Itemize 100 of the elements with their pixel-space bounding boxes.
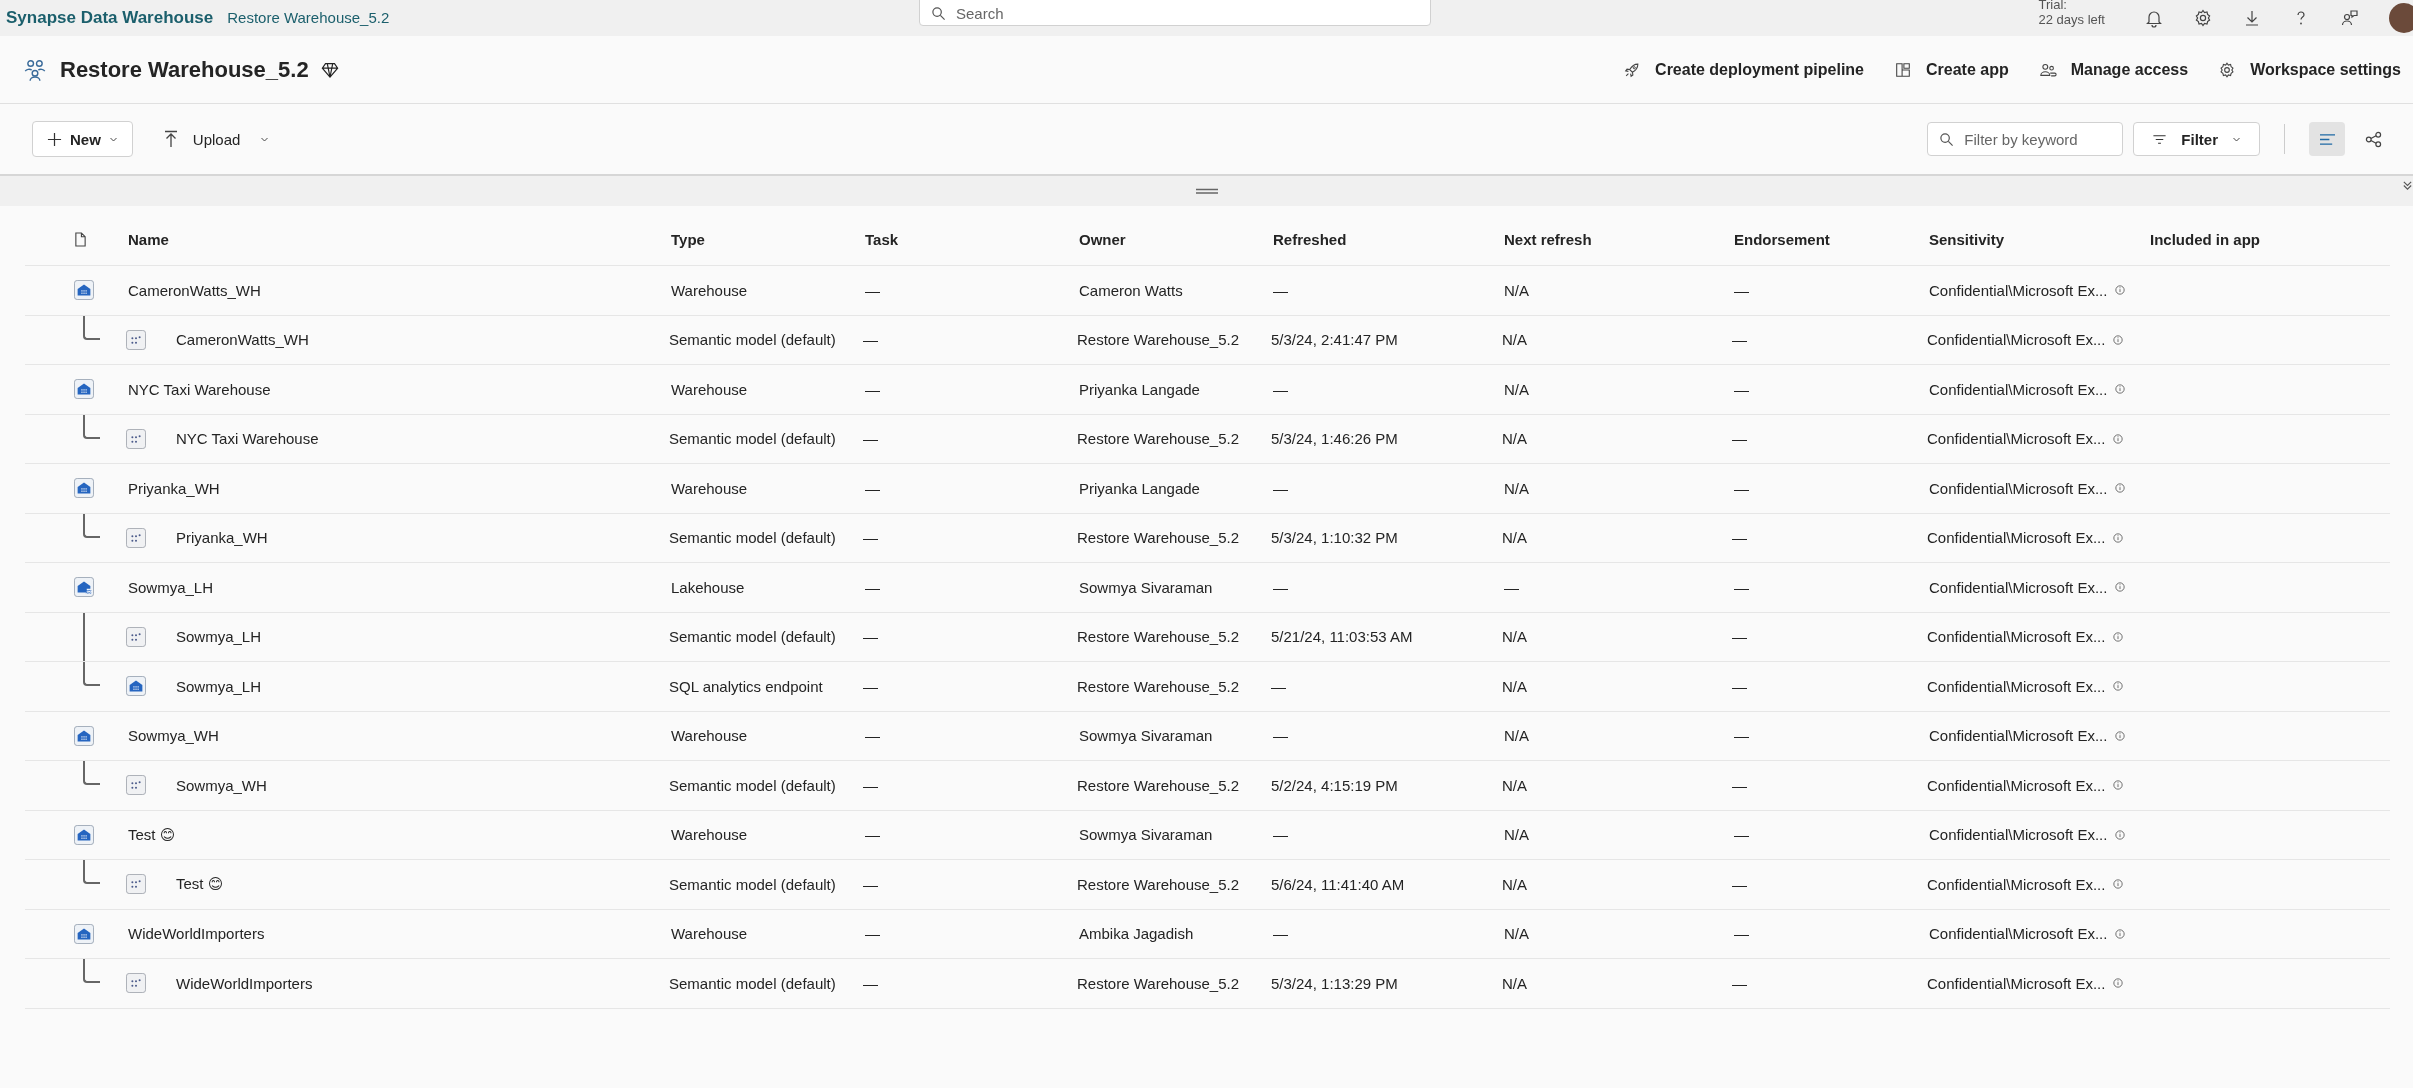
column-header[interactable]: Included in app: [2150, 231, 2390, 248]
info-icon[interactable]: [2113, 780, 2124, 791]
table-cell-text: N/A: [1502, 776, 1528, 794]
info-icon[interactable]: [2115, 384, 2126, 395]
workspace-breadcrumb[interactable]: Restore Warehouse_5.2: [227, 9, 390, 26]
item-name-link[interactable]: Test 😊: [128, 825, 176, 844]
table-cell-text: —: [1273, 479, 1289, 497]
sensitivity-label: Confidential\Microsoft Ex...: [1929, 479, 2108, 497]
column-header[interactable]: Sensitivity: [1929, 231, 2150, 248]
info-icon[interactable]: [2115, 582, 2126, 593]
item-name-link[interactable]: Priyanka_WH: [176, 529, 268, 547]
sensitivity-label: Confidential\Microsoft Ex...: [1927, 331, 2106, 349]
item-name-link[interactable]: Sowmya_WH: [176, 776, 267, 794]
item-name-link[interactable]: Sowmya_LH: [128, 578, 214, 596]
column-header[interactable]: Refreshed: [1273, 231, 1504, 248]
table-cell-text: Sowmya Sivaraman: [1079, 727, 1214, 745]
table-cell-text: —: [1273, 281, 1289, 299]
table-cell-text: —: [1734, 925, 1750, 943]
feedback-icon[interactable]: [2340, 8, 2360, 28]
item-name-link[interactable]: Sowmya_LH: [176, 677, 262, 695]
item-name-link[interactable]: CameronWatts_WH: [176, 331, 309, 349]
list-view-button[interactable]: [2309, 122, 2345, 156]
info-icon[interactable]: [2113, 681, 2124, 692]
item-name-link[interactable]: Priyanka_WH: [128, 479, 220, 497]
info-icon[interactable]: [2113, 631, 2124, 642]
table-cell-text: 5/3/24, 1:10:32 PM: [1271, 529, 1399, 547]
item-name-link[interactable]: CameronWatts_WH: [128, 281, 261, 299]
item-name-link[interactable]: NYC Taxi Warehouse: [128, 380, 271, 398]
table-cell-text: —: [1732, 529, 1748, 547]
table-cell-text: —: [863, 430, 879, 448]
table-cell-text: N/A: [1502, 875, 1528, 893]
info-icon[interactable]: [2113, 978, 2124, 989]
column-header[interactable]: Task: [865, 231, 1079, 248]
app-name[interactable]: Synapse Data Warehouse: [6, 8, 214, 28]
workspace-action[interactable]: Create app: [1894, 56, 2009, 83]
tree-connector: [83, 513, 100, 538]
search-field[interactable]: Search: [919, 0, 1431, 26]
table-cell-text: —: [1732, 875, 1748, 893]
search-icon: [1939, 132, 1955, 147]
upload-button[interactable]: Upload: [158, 124, 274, 154]
lineage-icon: [2364, 130, 2382, 148]
item-name-link[interactable]: Sowmya_WH: [128, 727, 219, 745]
filter-button[interactable]: Filter: [2133, 122, 2260, 156]
table-cell-text: N/A: [1502, 677, 1528, 695]
semantic-model-icon: [126, 329, 146, 350]
table-cell-text: —: [1273, 826, 1289, 844]
workspace-action[interactable]: Create deployment pipeline: [1623, 56, 1864, 83]
table-cell-text: Ambika Jagadish: [1079, 925, 1195, 943]
item-name-link[interactable]: WideWorldImporters: [176, 974, 313, 992]
table-cell-text: —: [863, 776, 879, 794]
settings-icon[interactable]: [2193, 8, 2213, 28]
table-cell-text: —: [865, 479, 881, 497]
notifications-icon[interactable]: [2144, 8, 2164, 28]
warehouse-icon: [74, 280, 94, 301]
table-cell-text: N/A: [1504, 826, 1530, 844]
item-name-link[interactable]: Test 😊: [176, 875, 224, 894]
info-icon[interactable]: [2115, 285, 2126, 296]
table-cell-text: N/A: [1502, 529, 1528, 547]
info-icon[interactable]: [2115, 730, 2126, 741]
table-cell-text: Restore Warehouse_5.2: [1077, 875, 1241, 893]
drag-handle-icon[interactable]: [1194, 187, 1219, 195]
table-cell-text: Warehouse: [671, 380, 749, 398]
table-cell-text: Semantic model (default): [669, 974, 837, 992]
info-icon[interactable]: [2113, 334, 2124, 345]
workspace-action[interactable]: Manage access: [2038, 56, 2189, 83]
info-icon[interactable]: [2113, 433, 2124, 444]
sensitivity-label: Confidential\Microsoft Ex...: [1927, 529, 2106, 547]
column-header[interactable]: Name: [128, 231, 671, 248]
item-name-link[interactable]: WideWorldImporters: [128, 925, 265, 943]
info-icon[interactable]: [2115, 928, 2126, 939]
double-chevron-down-icon[interactable]: [2402, 180, 2413, 191]
app-icon: [1894, 60, 1912, 79]
new-button[interactable]: New: [32, 121, 133, 157]
filter-field[interactable]: Filter by keyword: [1927, 122, 2124, 156]
info-icon[interactable]: [2113, 532, 2124, 543]
sensitivity-label: Confidential\Microsoft Ex...: [1927, 974, 2106, 992]
column-header[interactable]: Endorsement: [1734, 231, 1929, 248]
info-icon[interactable]: [2115, 483, 2126, 494]
info-icon[interactable]: [2113, 879, 2124, 890]
table-cell-text: —: [1734, 380, 1750, 398]
semantic-model-icon: [126, 626, 146, 647]
table-cell-text: Restore Warehouse_5.2: [1077, 776, 1241, 794]
user-avatar[interactable]: [2389, 3, 2413, 33]
column-header[interactable]: Type: [671, 231, 865, 248]
table-cell-text: 5/6/24, 11:41:40 AM: [1271, 875, 1406, 893]
list-icon: [2318, 131, 2336, 147]
lakehouse-icon: [74, 577, 94, 598]
table-cell-text: SQL analytics endpoint: [669, 677, 824, 695]
table-cell-text: Semantic model (default): [669, 331, 837, 349]
table-cell-text: Warehouse: [671, 281, 749, 299]
column-header[interactable]: Next refresh: [1504, 231, 1734, 248]
workspace-action[interactable]: Workspace settings: [2218, 56, 2401, 83]
column-header[interactable]: Owner: [1079, 231, 1273, 248]
item-name-link[interactable]: NYC Taxi Warehouse: [176, 430, 319, 448]
table-cell-text: —: [1504, 578, 1520, 596]
table-cell-text: Semantic model (default): [669, 776, 837, 794]
info-icon[interactable]: [2115, 829, 2126, 840]
item-name-link[interactable]: Sowmya_LH: [176, 628, 262, 646]
table-cell-text: N/A: [1504, 479, 1530, 497]
table-cell-text: Restore Warehouse_5.2: [1077, 430, 1241, 448]
